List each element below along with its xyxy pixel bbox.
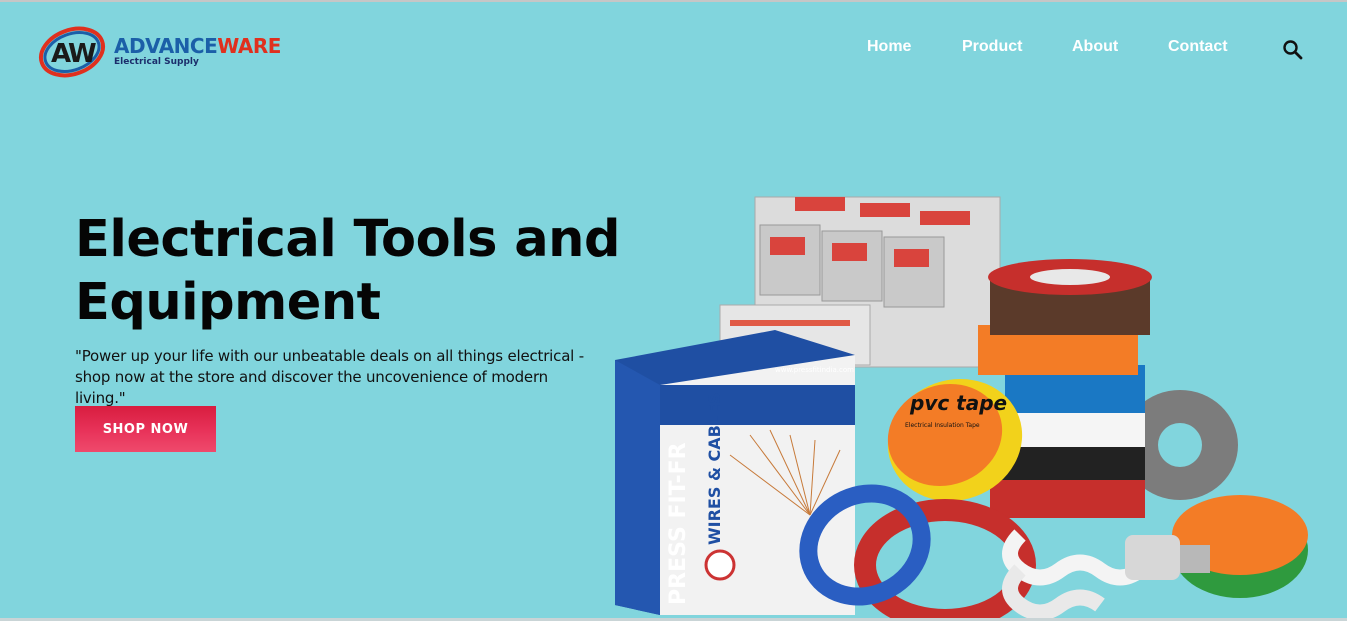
svg-text:PRESS FIT-FR: PRESS FIT-FR — [666, 442, 691, 605]
nav-contact[interactable]: Contact — [1168, 38, 1228, 56]
search-button[interactable] — [1281, 38, 1305, 62]
electrical-products-image: www.pressfitindia.com WIRES & CABLES PRE… — [615, 196, 1308, 621]
nav-about[interactable]: About — [1072, 38, 1118, 56]
brand-name: ADVANCEWARE — [114, 34, 281, 58]
svg-text:AW: AW — [51, 39, 96, 69]
svg-text:Electrical Insulation Tape: Electrical Insulation Tape — [905, 422, 980, 429]
svg-text:pvc tape: pvc tape — [909, 391, 1007, 415]
search-icon — [1283, 40, 1303, 60]
svg-text:WIRES & CABLES: WIRES & CABLES — [705, 393, 724, 545]
hero-description: "Power up your life with our unbeatable … — [75, 347, 584, 407]
nav-product[interactable]: Product — [962, 38, 1022, 56]
advanceware-logo-icon: AW — [39, 26, 105, 78]
brand-logo[interactable]: AW ADVANCEWARE Electrical Supply — [38, 20, 281, 82]
insulation-tape-stack-icon — [978, 259, 1238, 518]
hero-title: Electrical Tools and Equipment — [75, 210, 620, 332]
shop-now-button[interactable]: SHOP NOW — [75, 406, 216, 452]
cfl-bulb-icon — [1002, 529, 1210, 621]
nav-home[interactable]: Home — [867, 38, 911, 56]
top-border — [0, 0, 1347, 2]
svg-text:www.pressfitindia.com: www.pressfitindia.com — [775, 366, 854, 374]
brand-tagline: Electrical Supply — [114, 57, 199, 67]
